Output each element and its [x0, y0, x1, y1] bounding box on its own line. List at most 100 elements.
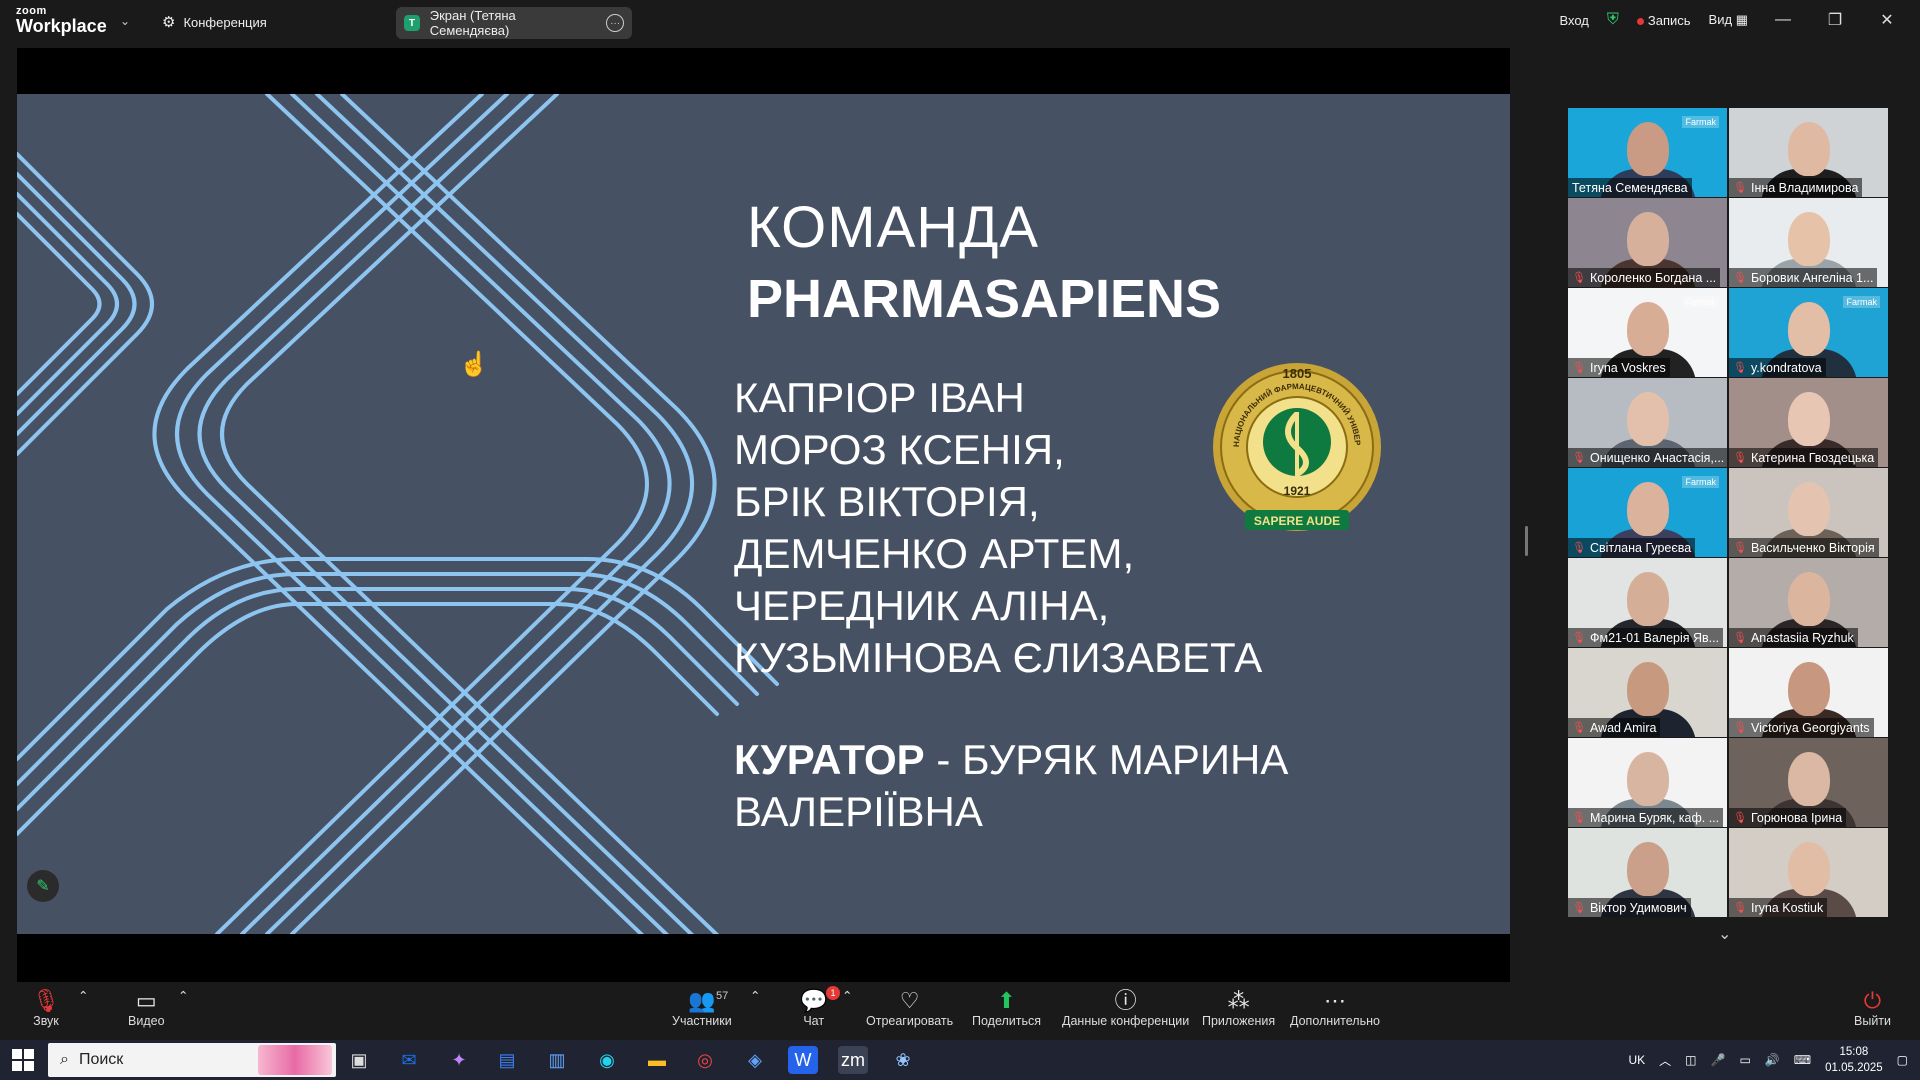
- tray-chevron-icon[interactable]: ︿: [1659, 1052, 1671, 1069]
- edge-icon[interactable]: ◉: [592, 1046, 622, 1074]
- mic-muted-icon: 🎙: [1733, 542, 1747, 554]
- participants-count: 57: [716, 990, 729, 1002]
- mic-muted-icon: 🎙: [1572, 542, 1586, 554]
- chat-options-chevron-icon[interactable]: ⌃: [842, 988, 852, 1003]
- notification-icon[interactable]: ▢: [1897, 1053, 1908, 1067]
- close-icon[interactable]: ✕: [1870, 10, 1904, 30]
- video-options-chevron-icon[interactable]: ⌃: [178, 988, 188, 1003]
- leave-button[interactable]: ⏻ Выйти: [1854, 988, 1891, 1028]
- participant-tile[interactable]: 🎙 Марина Буряк, каф. ...: [1568, 738, 1727, 827]
- participant-name-label: 🎙 Короленко Богдана ...: [1568, 268, 1721, 287]
- chrome-icon[interactable]: ◎: [690, 1046, 720, 1074]
- screen-share-tab[interactable]: T Экран (Тетяна Семендяєва) ···: [396, 7, 632, 39]
- participants-button[interactable]: 👥 57 Участники: [672, 988, 732, 1028]
- chat-button[interactable]: 💬 1 Чат: [800, 986, 840, 1028]
- restore-icon[interactable]: ❐: [1818, 10, 1852, 30]
- view-button[interactable]: Вид ▦: [1709, 12, 1748, 28]
- mic-muted-icon: 🎙: [1572, 272, 1586, 284]
- conference-button[interactable]: ⚙ Конференция: [162, 10, 267, 34]
- record-dot-icon: [1636, 17, 1644, 25]
- participant-tile[interactable]: Farmak 🎙 y.kondratova: [1729, 288, 1888, 377]
- participant-tile[interactable]: 🎙 Катерина Гвоздецька: [1729, 378, 1888, 467]
- more-button[interactable]: ⋯ Дополнительно: [1290, 988, 1380, 1028]
- participants-options-chevron-icon[interactable]: ⌃: [750, 988, 760, 1003]
- participant-face: [1626, 572, 1669, 626]
- virtual-background-logo: Farmak: [1843, 296, 1880, 308]
- presenter-avatar: T: [404, 15, 420, 31]
- video-button[interactable]: ▭ Видео: [128, 988, 165, 1028]
- chevron-down-icon[interactable]: ⌄: [1718, 924, 1731, 944]
- audio-button[interactable]: 🎙 Звук: [32, 988, 60, 1028]
- windows-start-icon[interactable]: [8, 1048, 38, 1072]
- participant-name: Марина Буряк, каф. ...: [1589, 810, 1720, 825]
- file-explorer-icon[interactable]: ▬: [642, 1046, 672, 1074]
- meeting-info-button[interactable]: ⓘ Данные конференции: [1062, 988, 1189, 1028]
- react-button[interactable]: ♡ Отреагировать: [866, 988, 953, 1028]
- apps-button[interactable]: ⁂ Приложения: [1202, 988, 1275, 1028]
- store-icon[interactable]: ▤: [492, 1046, 522, 1074]
- zoom-workplace-logo[interactable]: zoom Workplace: [16, 6, 107, 36]
- more-dots-icon: ⋯: [1323, 988, 1346, 1013]
- participant-tile[interactable]: 🎙 Боровик Ангеліна 1...: [1729, 198, 1888, 287]
- shield-icon[interactable]: ⛨: [1607, 11, 1619, 29]
- network-icon[interactable]: ▭: [1739, 1053, 1750, 1067]
- seal-founded: 1921: [1284, 484, 1311, 498]
- news-icon[interactable]: ▥: [542, 1046, 572, 1074]
- participant-name-label: Тетяна Семендяєва: [1568, 178, 1692, 197]
- share-button[interactable]: ⬆ Поделиться: [972, 988, 1041, 1028]
- participant-face: [1787, 752, 1830, 806]
- record-indicator[interactable]: Запись: [1636, 13, 1691, 28]
- copilot-icon[interactable]: ✦: [444, 1046, 474, 1074]
- clock[interactable]: 15:08 01.05.2025: [1825, 1044, 1883, 1076]
- mic-muted-icon: 🎙: [1572, 812, 1586, 824]
- mic-muted-icon: 🎙: [1733, 182, 1747, 194]
- audio-options-chevron-icon[interactable]: ⌃: [78, 988, 88, 1003]
- participant-tile[interactable]: 🎙 Фм21-01 Валерія Яв...: [1568, 558, 1727, 647]
- participant-tile[interactable]: 🎙 Awad Amira: [1568, 648, 1727, 737]
- word-online-icon[interactable]: ◈: [740, 1046, 770, 1074]
- pinned-app-icon[interactable]: ❀: [888, 1046, 918, 1074]
- zoom-app-icon[interactable]: zm: [838, 1046, 868, 1074]
- word-icon[interactable]: W: [788, 1046, 818, 1074]
- taskbar-search[interactable]: ⌕ Поиск: [48, 1043, 336, 1077]
- participant-face: [1626, 842, 1669, 896]
- participant-tile[interactable]: 🎙 Короленко Богдана ...: [1568, 198, 1727, 287]
- login-button[interactable]: Вход: [1559, 13, 1588, 28]
- annotate-pen-icon[interactable]: ✎: [27, 870, 59, 902]
- video-label: Видео: [128, 1014, 165, 1028]
- exit-icon: ⏻: [1863, 988, 1882, 1013]
- participant-tile[interactable]: Farmak Тетяна Семендяєва: [1568, 108, 1727, 197]
- participant-tile[interactable]: 🎙 Anastasiia Ryzhuk: [1729, 558, 1888, 647]
- participant-name-label: 🎙 Anastasiia Ryzhuk: [1729, 628, 1858, 647]
- participant-face: [1626, 122, 1669, 176]
- participant-tile[interactable]: Farmak 🎙 Iryna Voskres: [1568, 288, 1727, 377]
- participant-name-label: 🎙 Марина Буряк, каф. ...: [1568, 808, 1724, 827]
- volume-icon[interactable]: 🔊: [1765, 1053, 1780, 1067]
- participant-tile[interactable]: Farmak 🎙 Світлана Гуреєва: [1568, 468, 1727, 557]
- more-options-icon[interactable]: ···: [606, 14, 624, 32]
- outlook-icon[interactable]: ✉: [394, 1046, 424, 1074]
- camera-tray-icon[interactable]: ◫: [1685, 1053, 1696, 1067]
- participant-tile[interactable]: 🎙 Онищенко Анастасія,...: [1568, 378, 1727, 467]
- chevron-down-icon[interactable]: ⌄: [120, 14, 130, 28]
- share-screen-icon: ⬆: [997, 988, 1016, 1013]
- participant-tile[interactable]: 🎙 Iryna Kostiuk: [1729, 828, 1888, 917]
- task-view-icon[interactable]: ▣: [344, 1046, 374, 1074]
- participant-name: Iryna Voskres: [1589, 360, 1666, 375]
- participant-tile[interactable]: 🎙 Victoriya Georgiyants: [1729, 648, 1888, 737]
- minimize-icon[interactable]: —: [1766, 11, 1800, 29]
- participant-tile[interactable]: 🎙 Горюнова Ірина: [1729, 738, 1888, 827]
- participant-face: [1787, 662, 1830, 716]
- participant-tile[interactable]: 🎙 Віктор Удимович: [1568, 828, 1727, 917]
- microphone-tray-icon[interactable]: 🎤: [1711, 1053, 1726, 1067]
- title-bar: zoom Workplace ⌄ ⚙ Конференция T Экран (…: [0, 0, 1920, 44]
- participant-name: Короленко Богдана ...: [1589, 270, 1717, 285]
- panel-splitter-handle[interactable]: [1525, 526, 1528, 556]
- participant-tile[interactable]: 🎙 Інна Владимирова: [1729, 108, 1888, 197]
- more-label: Дополнительно: [1290, 1014, 1380, 1028]
- keyboard-icon[interactable]: ⌨: [1794, 1053, 1811, 1067]
- participant-name-label: 🎙 Васильченко Вікторія: [1729, 538, 1879, 557]
- participant-tile[interactable]: 🎙 Васильченко Вікторія: [1729, 468, 1888, 557]
- participant-face: [1787, 392, 1830, 446]
- language-indicator[interactable]: UK: [1628, 1053, 1645, 1067]
